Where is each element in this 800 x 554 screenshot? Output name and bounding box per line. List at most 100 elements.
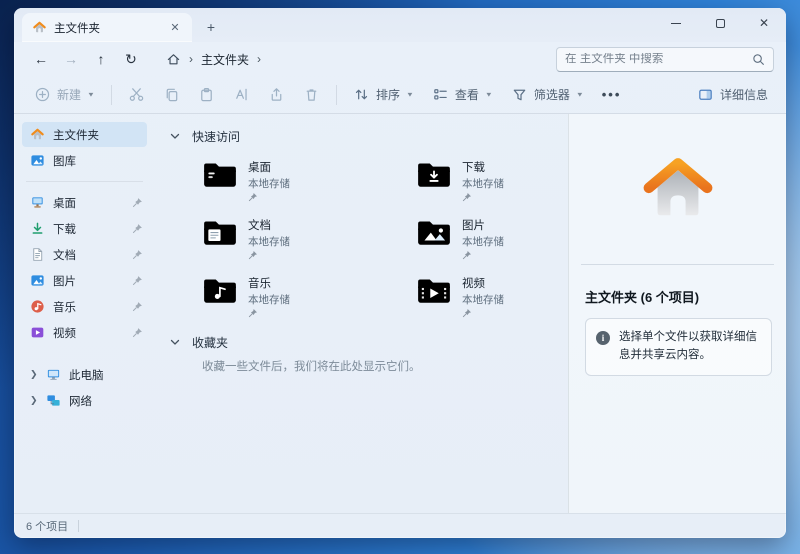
videos-icon — [30, 325, 45, 340]
folder-detail: 本地存储 — [248, 292, 290, 307]
folder-name: 文档 — [248, 217, 290, 233]
window-controls: ✕ — [654, 8, 786, 38]
sidebar-item-network[interactable]: ❯ 网络 — [22, 388, 147, 413]
plus-circle-icon — [34, 86, 51, 103]
quick-access-header[interactable]: 快速访问 — [166, 122, 562, 150]
sidebar-item-documents[interactable]: 文档 — [22, 242, 147, 267]
close-button[interactable]: ✕ — [742, 8, 786, 38]
sidebar-item-home[interactable]: 主文件夹 — [22, 122, 147, 147]
tab-home[interactable]: 主文件夹 ✕ — [22, 13, 192, 42]
chevron-down-icon: ▼ — [576, 91, 584, 98]
up-button[interactable]: ↑ — [88, 46, 114, 72]
pin-icon — [248, 250, 258, 260]
home-icon — [32, 20, 47, 35]
sidebar-item-desktop[interactable]: 桌面 — [22, 190, 147, 215]
maximize-button[interactable] — [698, 8, 742, 38]
this-pc-icon — [46, 367, 61, 382]
documents-folder-icon — [202, 216, 238, 246]
new-button[interactable]: 新建 ▼ — [26, 80, 103, 110]
details-pane-button[interactable]: 详细信息 — [689, 80, 776, 110]
breadcrumb-path[interactable]: 主文件夹 — [201, 51, 249, 68]
sidebar-item-label: 视频 — [53, 325, 76, 341]
toolbar-divider — [336, 85, 337, 105]
pin-icon — [462, 192, 472, 202]
share-icon — [268, 86, 285, 103]
new-tab-button[interactable]: + — [198, 15, 224, 39]
sidebar-item-gallery[interactable]: 图库 — [22, 148, 147, 173]
chevron-down-icon: ▼ — [406, 91, 414, 98]
more-options-button[interactable]: ••• — [594, 80, 630, 110]
refresh-button[interactable]: ↻ — [118, 46, 144, 72]
status-bar: 6 个项目 — [14, 513, 786, 538]
folder-name: 视频 — [462, 275, 504, 291]
folder-name: 图片 — [462, 217, 504, 233]
videos-folder-icon — [416, 274, 452, 304]
items-count: 6 个项目 — [26, 518, 68, 534]
folder-name: 下载 — [462, 159, 504, 175]
filter-button[interactable]: 筛选器 ▼ — [503, 80, 592, 110]
sidebar-item-label: 桌面 — [53, 195, 76, 211]
sidebar-item-downloads[interactable]: 下载 — [22, 216, 147, 241]
close-icon: ✕ — [759, 16, 769, 30]
file-explorer-window: 主文件夹 ✕ + ✕ ← → ↑ ↻ › 主文件夹 › — [14, 8, 786, 538]
pin-icon — [462, 308, 472, 318]
paste-button[interactable] — [190, 80, 223, 110]
search-input[interactable] — [565, 53, 752, 65]
cut-icon — [128, 86, 145, 103]
pin-icon — [132, 223, 143, 234]
folder-name: 音乐 — [248, 275, 290, 291]
back-button[interactable]: ← — [28, 46, 54, 72]
search-icon — [752, 53, 765, 66]
sidebar-item-this-pc[interactable]: ❯ 此电脑 — [22, 362, 147, 387]
sort-label: 排序 — [376, 86, 400, 103]
cut-button[interactable] — [120, 80, 153, 110]
copy-icon — [163, 86, 180, 103]
details-pane: 主文件夹 (6 个项目) i 选择单个文件以获取详细信息并共享云内容。 — [568, 114, 786, 513]
sidebar-item-label: 图库 — [53, 153, 76, 169]
view-icon — [432, 86, 449, 103]
chevron-right-icon[interactable]: › — [257, 52, 261, 66]
folder-item-documents[interactable]: 文档 本地存储 — [198, 212, 412, 264]
details-hero — [569, 114, 786, 264]
sidebar-item-pictures[interactable]: 图片 — [22, 268, 147, 293]
pin-icon — [462, 250, 472, 260]
pin-icon — [132, 275, 143, 286]
folder-item-desktop[interactable]: 桌面 本地存储 — [198, 154, 412, 206]
copy-button[interactable] — [155, 80, 188, 110]
view-button[interactable]: 查看 ▼ — [424, 80, 501, 110]
quick-access-grid: 桌面 本地存储 下载 本地存储 文档 — [198, 154, 562, 322]
sidebar-item-music[interactable]: 音乐 — [22, 294, 147, 319]
download-icon — [30, 221, 45, 236]
sort-button[interactable]: 排序 ▼ — [345, 80, 422, 110]
minimize-button[interactable] — [654, 8, 698, 38]
forward-button[interactable]: → — [58, 46, 84, 72]
music-icon — [30, 299, 45, 314]
favorites-header[interactable]: 收藏夹 — [166, 328, 562, 356]
delete-button[interactable] — [295, 80, 328, 110]
details-pane-icon — [697, 86, 714, 103]
folder-item-music[interactable]: 音乐 本地存储 — [198, 270, 412, 322]
view-label: 查看 — [455, 86, 479, 103]
chevron-down-icon — [170, 339, 180, 346]
chevron-right-icon[interactable]: ❯ — [30, 395, 38, 406]
sidebar-item-label: 下载 — [53, 221, 76, 237]
pictures-folder-icon — [416, 216, 452, 246]
search-box[interactable] — [556, 47, 774, 72]
sidebar-item-videos[interactable]: 视频 — [22, 320, 147, 345]
sidebar-gap — [22, 346, 147, 362]
chevron-right-icon[interactable]: ❯ — [30, 369, 38, 380]
folder-detail: 本地存储 — [248, 176, 290, 191]
toolbar-divider — [111, 85, 112, 105]
share-button[interactable] — [260, 80, 293, 110]
breadcrumb-home-icon — [166, 52, 181, 67]
folder-detail: 本地存储 — [462, 176, 504, 191]
sidebar-item-label: 图片 — [53, 273, 76, 289]
rename-button[interactable] — [225, 80, 258, 110]
pin-icon — [248, 308, 258, 318]
new-label: 新建 — [57, 86, 81, 103]
tab-close-icon[interactable]: ✕ — [166, 19, 184, 37]
chevron-down-icon: ▼ — [485, 91, 493, 98]
trash-icon — [303, 86, 320, 103]
breadcrumb[interactable]: › 主文件夹 › — [158, 46, 544, 72]
paste-icon — [198, 86, 215, 103]
